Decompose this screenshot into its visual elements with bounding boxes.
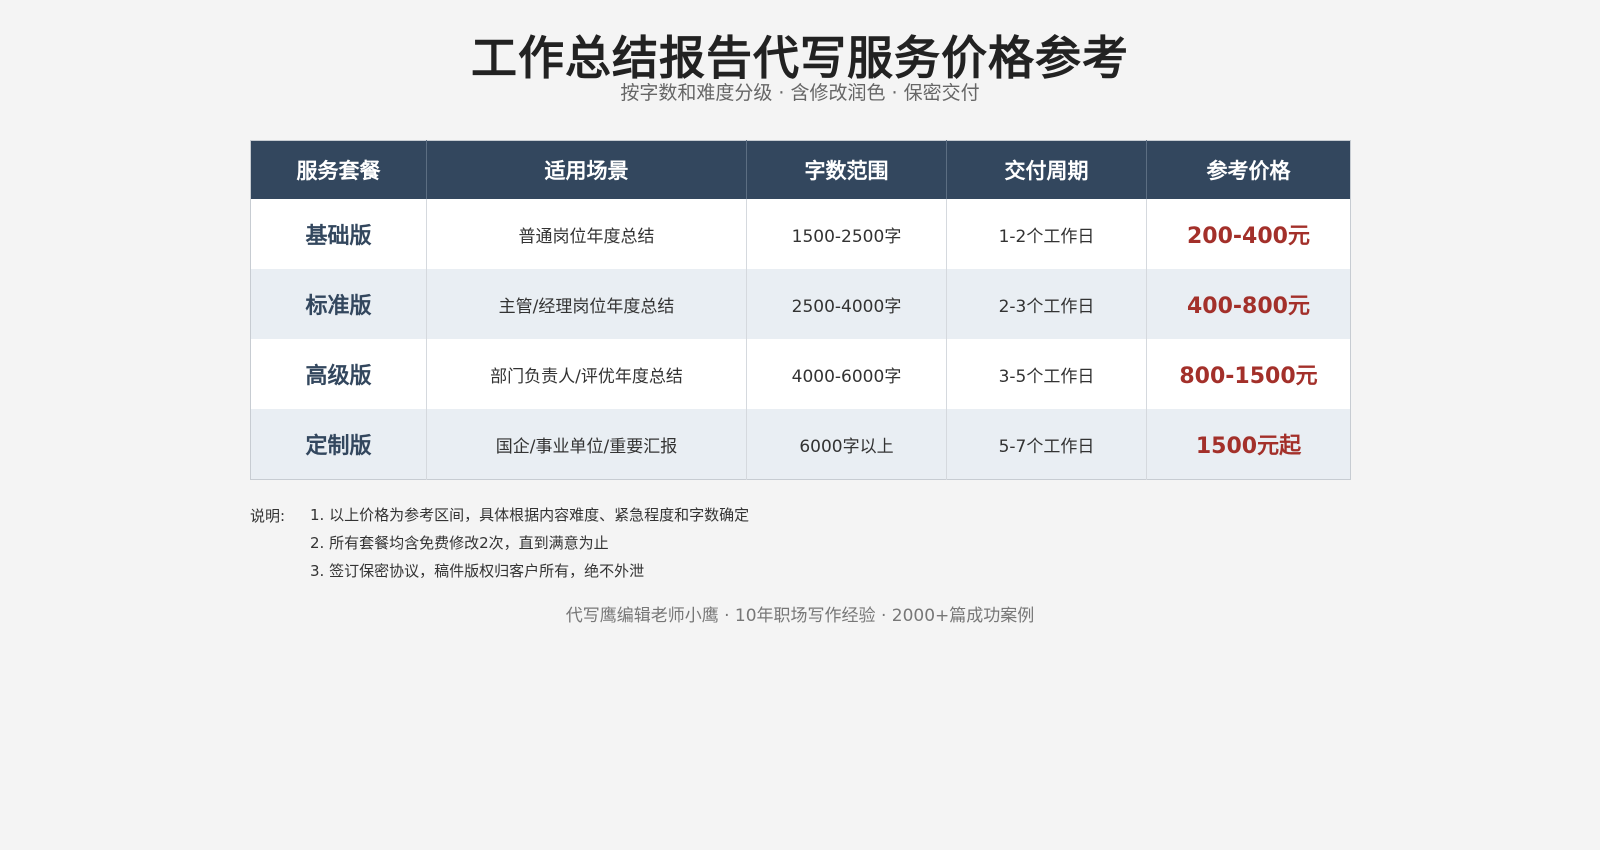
notes-label: 说明: <box>250 507 286 525</box>
header-package: 服务套餐 <box>250 140 427 199</box>
word-range-cell: 6000字以上 <box>746 409 947 480</box>
page-title: 工作总结报告代写服务价格参考 <box>471 31 1129 85</box>
table-row: 基础版 普通岗位年度总结 1500-2500字 1-2个工作日 200-400元 <box>250 199 1351 269</box>
header-scenario: 适用场景 <box>426 140 747 199</box>
word-range-cell: 1500-2500字 <box>746 199 947 269</box>
scenario-cell: 主管/经理岗位年度总结 <box>426 269 747 339</box>
note-item: 1. 以上价格为参考区间，具体根据内容难度、紧急程度和字数确定 <box>310 506 750 524</box>
scenario-cell: 国企/事业单位/重要汇报 <box>426 409 747 480</box>
note-item: 2. 所有套餐均含免费修改2次，直到满意为止 <box>310 534 609 552</box>
price-table: 服务套餐 适用场景 字数范围 交付周期 参考价格 基础版 普通岗位年度总结 15… <box>250 140 1351 480</box>
note-item: 3. 签订保密协议，稿件版权归客户所有，绝不外泄 <box>310 562 645 580</box>
header-delivery: 交付周期 <box>946 140 1147 199</box>
price-cell: 200-400元 <box>1146 199 1351 269</box>
footer-credit: 代写鹰编辑老师小鹰 · 10年职场写作经验 · 2000+篇成功案例 <box>565 606 1035 626</box>
price-cell: 1500元起 <box>1146 409 1351 480</box>
price-cell: 800-1500元 <box>1146 339 1351 409</box>
delivery-cell: 3-5个工作日 <box>946 339 1147 409</box>
package-name: 基础版 <box>250 199 427 269</box>
package-name: 标准版 <box>250 269 427 339</box>
notes-list: 1. 以上价格为参考区间，具体根据内容难度、紧急程度和字数确定 2. 所有套餐均… <box>310 505 1010 589</box>
scenario-cell: 部门负责人/评优年度总结 <box>426 339 747 409</box>
table-row: 高级版 部门负责人/评优年度总结 4000-6000字 3-5个工作日 800-… <box>250 339 1351 409</box>
word-range-cell: 4000-6000字 <box>746 339 947 409</box>
header-word-range: 字数范围 <box>746 140 947 199</box>
package-name: 定制版 <box>250 409 427 480</box>
scenario-cell: 普通岗位年度总结 <box>426 199 747 269</box>
delivery-cell: 2-3个工作日 <box>946 269 1147 339</box>
page-subtitle: 按字数和难度分级 · 含修改润色 · 保密交付 <box>620 82 980 104</box>
delivery-cell: 5-7个工作日 <box>946 409 1147 480</box>
package-name: 高级版 <box>250 339 427 409</box>
table-row: 标准版 主管/经理岗位年度总结 2500-4000字 2-3个工作日 400-8… <box>250 269 1351 339</box>
word-range-cell: 2500-4000字 <box>746 269 947 339</box>
price-cell: 400-800元 <box>1146 269 1351 339</box>
table-header-row: 服务套餐 适用场景 字数范围 交付周期 参考价格 <box>250 140 1351 199</box>
header-price: 参考价格 <box>1146 140 1351 199</box>
table-row: 定制版 国企/事业单位/重要汇报 6000字以上 5-7个工作日 1500元起 <box>250 409 1351 480</box>
delivery-cell: 1-2个工作日 <box>946 199 1147 269</box>
